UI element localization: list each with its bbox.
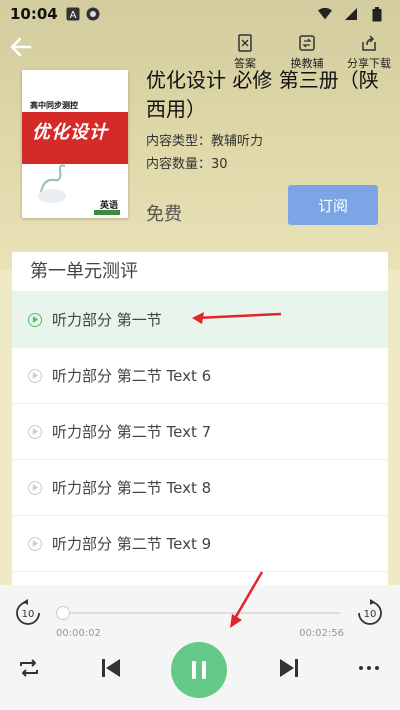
list-item-label: 听力部分 第二节 Text 7	[52, 423, 212, 441]
skip-next-icon	[280, 659, 298, 677]
content-type: 内容类型：教辅听力	[146, 134, 264, 149]
back-button[interactable]	[8, 34, 34, 60]
section-card: 第一单元测评 听力部分 第一节 听力部分 第二节 Text 6 听力部分 第二节…	[12, 252, 388, 592]
switch-book-icon	[299, 35, 315, 51]
play-circle-icon	[28, 480, 42, 495]
subscribe-button[interactable]: 订阅	[288, 185, 378, 225]
status-time: 10:04	[10, 5, 58, 23]
book-cover[interactable]: 高中同步测控 优化设计 英语	[22, 70, 128, 218]
book-title: 优化设计 必修 第三册（陕西用）	[146, 68, 379, 121]
answer-icon	[238, 34, 252, 52]
forward-10-button[interactable]: 10	[356, 599, 384, 627]
list-item[interactable]: 听力部分 第二节 Text 9	[12, 516, 388, 572]
audio-player: 10 00:00:02 00:02:56 10	[0, 585, 400, 710]
content-count: 内容数量：30	[146, 157, 228, 172]
cover-tag	[94, 210, 120, 215]
list-item-label: 听力部分 第二节 Text 8	[52, 479, 212, 497]
cover-series: 高中同步测控	[30, 101, 78, 110]
play-circle-icon	[28, 312, 42, 327]
wifi-icon	[318, 7, 332, 21]
play-circle-icon	[28, 536, 42, 551]
repeat-icon	[20, 659, 38, 677]
pause-icon	[192, 661, 206, 679]
list-item[interactable]: 听力部分 第二节 Text 8	[12, 460, 388, 516]
more-icon	[359, 666, 379, 670]
total-time: 00:02:56	[299, 628, 344, 639]
rewind-label: 10	[22, 609, 35, 620]
next-button[interactable]	[276, 655, 302, 681]
previous-button[interactable]	[98, 655, 124, 681]
rewind-10-button[interactable]: 10	[14, 599, 42, 627]
back-arrow-icon	[10, 37, 32, 57]
status-bar: 10:04 A	[0, 0, 400, 28]
list-item-label: 听力部分 第二节 Text 9	[52, 535, 212, 553]
share-download-icon	[362, 35, 376, 51]
section-title: 第一单元测评	[12, 252, 388, 292]
svg-text:A: A	[69, 10, 76, 21]
list-item[interactable]: 听力部分 第一节	[12, 292, 388, 348]
play-circle-icon	[28, 424, 42, 439]
app-notification-icon	[86, 7, 100, 21]
list-item[interactable]: 听力部分 第二节 Text 6	[12, 348, 388, 404]
list-item[interactable]: 听力部分 第二节 Text 7	[12, 404, 388, 460]
list-item-label: 听力部分 第二节 Text 6	[52, 367, 212, 385]
repeat-button[interactable]	[16, 655, 42, 681]
rewind-icon: 10	[16, 599, 40, 625]
more-button[interactable]	[356, 655, 382, 681]
a-notification-icon: A	[66, 7, 80, 21]
play-circle-icon	[28, 368, 42, 383]
pause-button[interactable]	[171, 642, 227, 698]
battery-icon	[370, 6, 384, 21]
current-time: 00:00:02	[56, 628, 101, 639]
list-item-label: 听力部分 第一节	[52, 311, 162, 329]
signal-icon	[344, 7, 358, 21]
swan-icon	[38, 164, 66, 203]
cover-title: 优化设计	[32, 122, 108, 143]
progress-track[interactable]	[62, 612, 340, 614]
forward-label: 10	[364, 609, 377, 620]
progress-thumb[interactable]	[56, 606, 70, 620]
price: 免费	[146, 204, 182, 225]
skip-previous-icon	[102, 659, 120, 677]
forward-icon: 10	[358, 599, 382, 625]
